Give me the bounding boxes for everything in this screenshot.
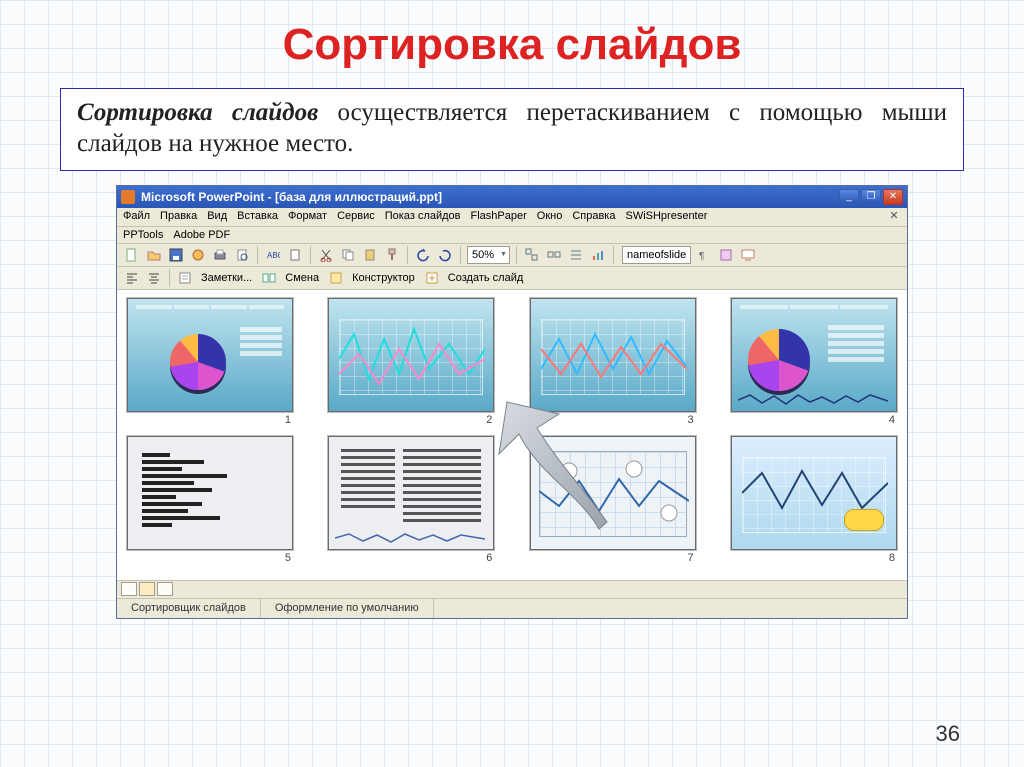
powerpoint-window: Microsoft PowerPoint - [база для иллюстр… [116, 185, 908, 619]
addin-bar: PPTools Adobe PDF [117, 227, 907, 244]
align-left-icon[interactable] [123, 269, 141, 287]
slide-number-label: 8 [889, 552, 897, 564]
separator [169, 269, 170, 287]
slide-title: Сортировка слайдов [0, 0, 1024, 70]
sorter-view-icon[interactable] [139, 582, 155, 596]
new-slide-button[interactable]: Создать слайд [448, 272, 523, 284]
normal-view-icon[interactable] [121, 582, 137, 596]
slide-number-label: 7 [688, 552, 696, 564]
permissions-icon[interactable] [189, 246, 207, 264]
svg-text:¶: ¶ [699, 251, 704, 262]
name-field[interactable]: nameofslide [622, 246, 691, 264]
status-design-template: Оформление по умолчанию [261, 599, 434, 618]
minimize-button[interactable]: _ [839, 189, 859, 205]
research-icon[interactable] [286, 246, 304, 264]
slide-thumb-5[interactable] [127, 436, 293, 550]
title-bar: Microsoft PowerPoint - [база для иллюстр… [117, 186, 907, 208]
menu-insert[interactable]: Вставка [237, 210, 278, 224]
separator [310, 246, 311, 264]
menu-window[interactable]: Окно [537, 210, 563, 224]
standard-toolbar: ABC 50%▼ nameofslide ¶ [117, 244, 907, 267]
undo-icon[interactable] [414, 246, 432, 264]
status-bar: Сортировщик слайдов Оформление по умолча… [117, 598, 907, 618]
desc-bold: Сортировка слайдов [77, 99, 318, 126]
cut-icon[interactable] [317, 246, 335, 264]
slide-thumb-3[interactable] [530, 298, 696, 412]
menu-bar: Файл Правка Вид Вставка Формат Сервис По… [117, 208, 907, 227]
separator [613, 246, 614, 264]
close-button[interactable]: ✕ [883, 189, 903, 205]
menu-flashpaper[interactable]: FlashPaper [471, 210, 527, 224]
document-close-icon[interactable]: ✕ [887, 210, 901, 224]
open-icon[interactable] [145, 246, 163, 264]
slideshow-icon[interactable] [739, 246, 757, 264]
powerpoint-app-icon [121, 190, 135, 204]
slide-number-label: 4 [889, 414, 897, 426]
transition-button[interactable]: Смена [285, 272, 319, 284]
slide-number-label: 2 [486, 414, 494, 426]
status-view-mode: Сортировщик слайдов [117, 599, 261, 618]
description-box: Сортировка слайдов осуществляется перета… [60, 88, 964, 171]
notes-icon[interactable] [176, 269, 194, 287]
slide-thumb-1[interactable] [127, 298, 293, 412]
align-icon[interactable] [567, 246, 585, 264]
addin-adobepdf[interactable]: Adobe PDF [173, 229, 230, 241]
print-icon[interactable] [211, 246, 229, 264]
window-title: Microsoft PowerPoint - [база для иллюстр… [141, 190, 442, 204]
paste-icon[interactable] [361, 246, 379, 264]
menu-edit[interactable]: Правка [160, 210, 197, 224]
separator [516, 246, 517, 264]
maximize-button[interactable]: ❐ [861, 189, 881, 205]
group-icon[interactable] [523, 246, 541, 264]
align-center-icon[interactable] [145, 269, 163, 287]
separator [257, 246, 258, 264]
print-preview-icon[interactable] [233, 246, 251, 264]
format-painter-icon[interactable] [383, 246, 401, 264]
slide-sorter-area[interactable]: 1 2 3 4 [117, 290, 907, 580]
menu-slideshow[interactable]: Показ слайдов [385, 210, 461, 224]
save-icon[interactable] [167, 246, 185, 264]
new-doc-icon[interactable] [123, 246, 141, 264]
menu-format[interactable]: Формат [288, 210, 327, 224]
design-button[interactable]: Конструктор [352, 272, 415, 284]
spellcheck-icon[interactable]: ABC [264, 246, 282, 264]
slide-thumb-4[interactable] [731, 298, 897, 412]
redo-icon[interactable] [436, 246, 454, 264]
design-icon[interactable] [327, 269, 345, 287]
new-slide-icon[interactable] [423, 269, 441, 287]
svg-text:ABC: ABC [267, 251, 280, 260]
chart-icon[interactable] [589, 246, 607, 264]
color-icon[interactable] [717, 246, 735, 264]
menu-swish[interactable]: SWiSHpresenter [625, 210, 707, 224]
addin-pptools[interactable]: PPTools [123, 229, 163, 241]
notes-button[interactable]: Заметки... [201, 272, 252, 284]
transition-icon[interactable] [260, 269, 278, 287]
menu-help[interactable]: Справка [572, 210, 615, 224]
ungroup-icon[interactable] [545, 246, 563, 264]
menu-file[interactable]: Файл [123, 210, 150, 224]
separator [460, 246, 461, 264]
zoom-combo[interactable]: 50%▼ [467, 246, 510, 264]
view-buttons-bar [117, 580, 907, 598]
slide-number-label: 3 [688, 414, 696, 426]
presentation-page-number: 36 [936, 721, 960, 747]
show-formatting-icon[interactable]: ¶ [695, 246, 713, 264]
menu-view[interactable]: Вид [207, 210, 227, 224]
copy-icon[interactable] [339, 246, 357, 264]
menu-tools[interactable]: Сервис [337, 210, 375, 224]
slide-thumb-8[interactable] [731, 436, 897, 550]
separator [407, 246, 408, 264]
slide-number-label: 1 [285, 414, 293, 426]
formatting-toolbar: Заметки... Смена Конструктор Создать сла… [117, 267, 907, 290]
slide-number-label: 6 [486, 552, 494, 564]
slide-thumb-6[interactable] [328, 436, 494, 550]
slide-thumb-2[interactable] [328, 298, 494, 412]
slideshow-view-icon[interactable] [157, 582, 173, 596]
slide-thumb-7[interactable] [530, 436, 696, 550]
slide-number-label: 5 [285, 552, 293, 564]
